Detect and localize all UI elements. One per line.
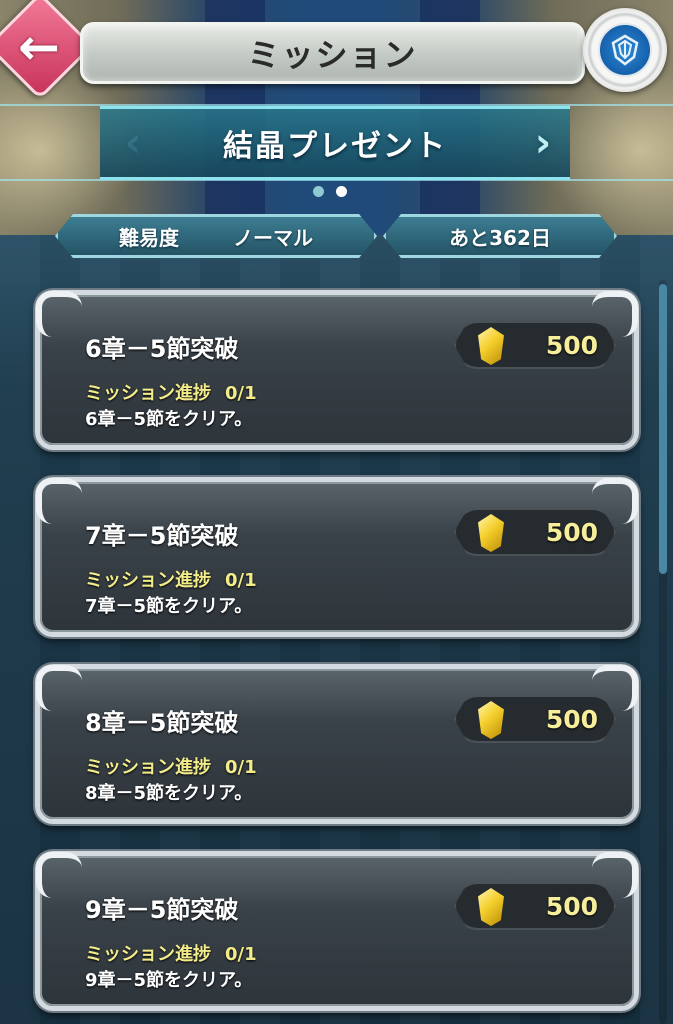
mission-description: 9章－5節をクリア。 (85, 970, 253, 991)
progress-label: ミッション進捗 (85, 757, 211, 778)
game-emblem-icon[interactable] (583, 8, 667, 92)
orb-icon (478, 514, 504, 552)
reward-amount: 500 (545, 331, 598, 360)
mission-card[interactable]: 6章－5節突破 500 ミッション進捗 0/1 6章－5節をクリア。 (35, 290, 639, 450)
orb-icon (478, 327, 504, 365)
mission-title: 6章－5節突破 (85, 335, 239, 363)
reward-badge: 500 (454, 321, 616, 369)
reward-amount: 500 (545, 705, 598, 734)
mission-progress: ミッション進捗 0/1 (85, 379, 257, 405)
page-title: ミッション (247, 36, 418, 74)
progress-label: ミッション進捗 (85, 944, 211, 965)
progress-value: 0/1 (225, 570, 257, 591)
mission-title: 8章－5節突破 (85, 709, 239, 737)
mission-card[interactable]: 8章－5節突破 500 ミッション進捗 0/1 8章－5節をクリア。 (35, 664, 639, 824)
mission-progress: ミッション進捗 0/1 (85, 940, 257, 966)
reward-badge: 500 (454, 882, 616, 930)
orb-icon (478, 701, 504, 739)
mission-card[interactable]: 7章－5節突破 500 ミッション進捗 0/1 7章－5節をクリア。 (35, 477, 639, 637)
mission-description: 6章－5節をクリア。 (85, 409, 253, 430)
reward-amount: 500 (545, 892, 598, 921)
mission-description: 7章－5節をクリア。 (85, 596, 253, 617)
reward-amount: 500 (545, 518, 598, 547)
reward-badge: 500 (454, 695, 616, 743)
orb-icon (478, 888, 504, 926)
title-plate: ミッション (80, 22, 585, 84)
back-arrow-icon[interactable]: ← (9, 22, 69, 72)
progress-value: 0/1 (225, 383, 257, 404)
emblem-crest (598, 23, 652, 77)
page-dot-active[interactable] (336, 186, 347, 197)
mission-description: 8章－5節をクリア。 (85, 783, 253, 804)
progress-value: 0/1 (225, 944, 257, 965)
progress-label: ミッション進捗 (85, 383, 211, 404)
mission-card[interactable]: 9章－5節突破 500 ミッション進捗 0/1 9章－5節をクリア。 (35, 851, 639, 1011)
category-title: 結晶プレゼント (223, 129, 447, 164)
reward-badge: 500 (454, 508, 616, 556)
mission-title: 7章－5節突破 (85, 522, 239, 550)
difficulty-value: ノーマル (233, 225, 313, 250)
category-banner: 結晶プレゼント (100, 106, 570, 180)
crest-icon (611, 34, 639, 66)
banner-right-arrow-icon[interactable]: › (518, 112, 568, 174)
difficulty-label: 難易度 (119, 225, 179, 250)
remaining-days-bar: あと362日 (383, 214, 617, 258)
scrollbar-thumb[interactable] (659, 284, 667, 574)
difficulty-bar: 難易度 ノーマル (55, 214, 377, 258)
progress-label: ミッション進捗 (85, 570, 211, 591)
mission-progress: ミッション進捗 0/1 (85, 566, 257, 592)
page-dot[interactable] (313, 186, 324, 197)
mission-title: 9章－5節突破 (85, 896, 239, 924)
remaining-days: あと362日 (449, 225, 551, 250)
page-indicator (313, 186, 347, 197)
mission-progress: ミッション進捗 0/1 (85, 753, 257, 779)
progress-value: 0/1 (225, 757, 257, 778)
